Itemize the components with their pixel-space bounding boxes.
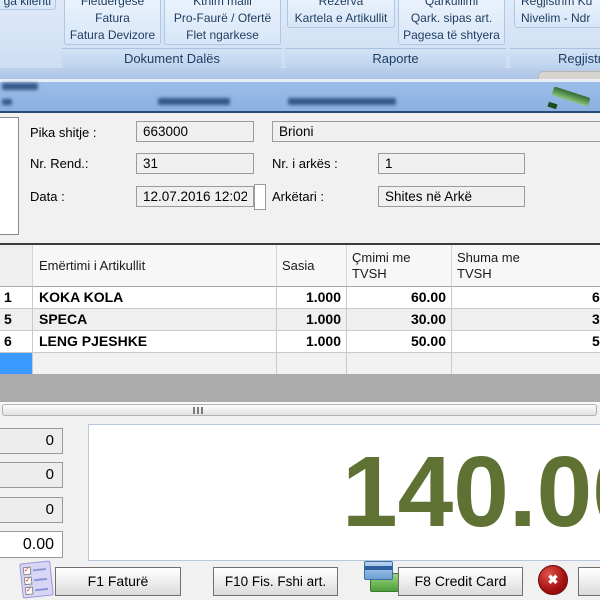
table-row[interactable]: 1 KOKA KOLA 1.000 60.00 60.00 (0, 287, 600, 309)
cell-sasia: 1.000 (277, 309, 347, 331)
ribbon-panel-dokument-2: Kthim malli Pro-Faurë / Ofertë Flet ngar… (164, 0, 281, 45)
ribbon-panel-raporte-1: Rezerva Kartela e Artikullit (287, 0, 395, 28)
arketari-field[interactable] (378, 186, 525, 207)
ribbon-item-pagesa-te-shtyera[interactable]: Pagesa të shtyera (399, 27, 504, 44)
ribbon: ga klienti Fletdërgesë Fatura Fatura Dev… (0, 0, 600, 68)
table-new-row[interactable] (0, 353, 600, 375)
cell-name: SPECA (33, 309, 277, 331)
cell-name: KOKA KOLA (33, 287, 277, 309)
cell-cmimi: 30.00 (347, 309, 452, 331)
blurred-text (158, 98, 230, 105)
cell-sasia: 1.000 (277, 287, 347, 309)
counter-field-1[interactable]: 0 (0, 428, 63, 454)
pen-icon (548, 83, 596, 110)
ribbon-item-regjistrim[interactable]: Regjistrim Ku (521, 0, 600, 10)
amount-field[interactable]: 0.00 (0, 531, 63, 558)
splitter-handle[interactable] (2, 404, 597, 416)
cell-shuma: 50.00 (452, 331, 600, 353)
cell-cmimi: 50.00 (347, 331, 452, 353)
data-field[interactable] (136, 186, 254, 207)
cell-cmimi (347, 353, 452, 375)
nr-arkes-field[interactable] (378, 153, 525, 174)
small-box (254, 184, 266, 210)
ribbon-panel-regjistrime: Regjistrim Ku Nivelim - Ndr (514, 0, 600, 28)
cell-sasia (277, 353, 347, 375)
arketari-label: Arkëtari : (272, 189, 324, 204)
table-header-row: Emërtimi i Artikullit Sasia Çmimi me TVS… (0, 245, 600, 287)
row-number: 1 (0, 287, 33, 309)
ribbon-item-flet-ngarkese[interactable]: Flet ngarkese (165, 27, 280, 44)
nr-rend-field[interactable] (136, 153, 254, 174)
pos-application-window: { "ribbon": { "cut_button": "ga klienti"… (0, 0, 600, 600)
cell-sasia: 1.000 (277, 331, 347, 353)
ribbon-item-fletdergese[interactable]: Fletdërgesë (65, 0, 160, 10)
document-title-bar (0, 82, 600, 111)
pika-shitje-code-field[interactable] (136, 121, 254, 142)
table-background-area (0, 374, 600, 402)
title-bar-border (0, 111, 600, 113)
side-panel (0, 117, 19, 235)
ribbon-item-nga-klienti[interactable]: ga klienti (0, 0, 56, 10)
ribbon-item-qarkullimi[interactable]: Qarkullimi (399, 0, 504, 10)
blurred-text (2, 83, 38, 90)
invoice-document-icon[interactable]: ✓ ✓ ✓ (19, 560, 53, 598)
ribbon-group-label-raporte: Raporte (285, 48, 506, 68)
column-header-shuma[interactable]: Shuma me TVSH (452, 245, 600, 287)
ribbon-item-fatura-devizore[interactable]: Fatura Devizore (65, 27, 160, 44)
ribbon-item-kthim-malli[interactable]: Kthim malli (165, 0, 280, 10)
cancel-icon[interactable]: ✖ (538, 565, 568, 595)
grand-total-panel: 140.00 (88, 424, 600, 561)
ribbon-panel-raporte-2: Qarkullimi Qark. sipas art. Pagesa të sh… (398, 0, 505, 45)
pika-shitje-label: Pika shitje : (30, 125, 96, 140)
f8-credit-card-button[interactable]: F8 Credit Card (398, 567, 523, 596)
ribbon-group-label-regjistr: Regjistr (510, 48, 600, 68)
f10-fshi-art-button[interactable]: F10 Fis. Fshi art. (213, 567, 338, 596)
cell-name: LENG PJESHKE (33, 331, 277, 353)
cell-shuma (452, 353, 600, 375)
ribbon-item-pro-faure-oferte[interactable]: Pro-Faurë / Ofertë (165, 10, 280, 27)
nr-arkes-label: Nr. i arkës : (272, 156, 338, 171)
selected-row-indicator[interactable] (0, 353, 33, 375)
counter-field-3[interactable]: 0 (0, 497, 63, 523)
nr-rend-label: Nr. Rend.: (30, 156, 89, 171)
table-row[interactable]: 5 SPECA 1.000 30.00 30.00 (0, 309, 600, 331)
column-header-sasia[interactable]: Sasia (277, 245, 347, 287)
pika-shitje-name-field[interactable] (272, 121, 600, 142)
credit-card-icon[interactable] (364, 561, 398, 593)
counter-field-2[interactable]: 0 (0, 462, 63, 488)
column-header-rownum[interactable] (0, 245, 33, 287)
grand-total-value: 140.00 (342, 425, 600, 560)
ribbon-panel-dokument-1: Fletdërgesë Fatura Fatura Devizore (64, 0, 161, 45)
ribbon-item-nivelim[interactable]: Nivelim - Ndr (521, 10, 600, 27)
partial-button-cut[interactable] (578, 567, 600, 596)
ribbon-item-fatura[interactable]: Fatura (65, 10, 160, 27)
ribbon-bottom-strip (0, 68, 600, 79)
ribbon-item-rezerva[interactable]: Rezerva (288, 0, 394, 10)
cell-name (33, 353, 277, 375)
column-header-cmimi[interactable]: Çmimi me TVSH (347, 245, 452, 287)
table-row[interactable]: 6 LENG PJESHKE 1.000 50.00 50.00 (0, 331, 600, 353)
ribbon-item-kartela-artikullit[interactable]: Kartela e Artikullit (288, 10, 394, 27)
column-header-emertimi[interactable]: Emërtimi i Artikullit (33, 245, 277, 287)
blurred-text (288, 98, 396, 105)
data-label: Data : (30, 189, 65, 204)
row-number: 5 (0, 309, 33, 331)
cell-shuma: 30.00 (452, 309, 600, 331)
ribbon-group-label-dokument-dales: Dokument Dalës (62, 48, 282, 68)
cell-shuma: 60.00 (452, 287, 600, 309)
blurred-text (2, 99, 12, 105)
ribbon-item-qark-sipas-art[interactable]: Qark. sipas art. (399, 10, 504, 27)
row-number: 6 (0, 331, 33, 353)
f1-fature-button[interactable]: F1 Faturë (55, 567, 181, 596)
cell-cmimi: 60.00 (347, 287, 452, 309)
ribbon-item-label: ga klienti (4, 0, 51, 8)
